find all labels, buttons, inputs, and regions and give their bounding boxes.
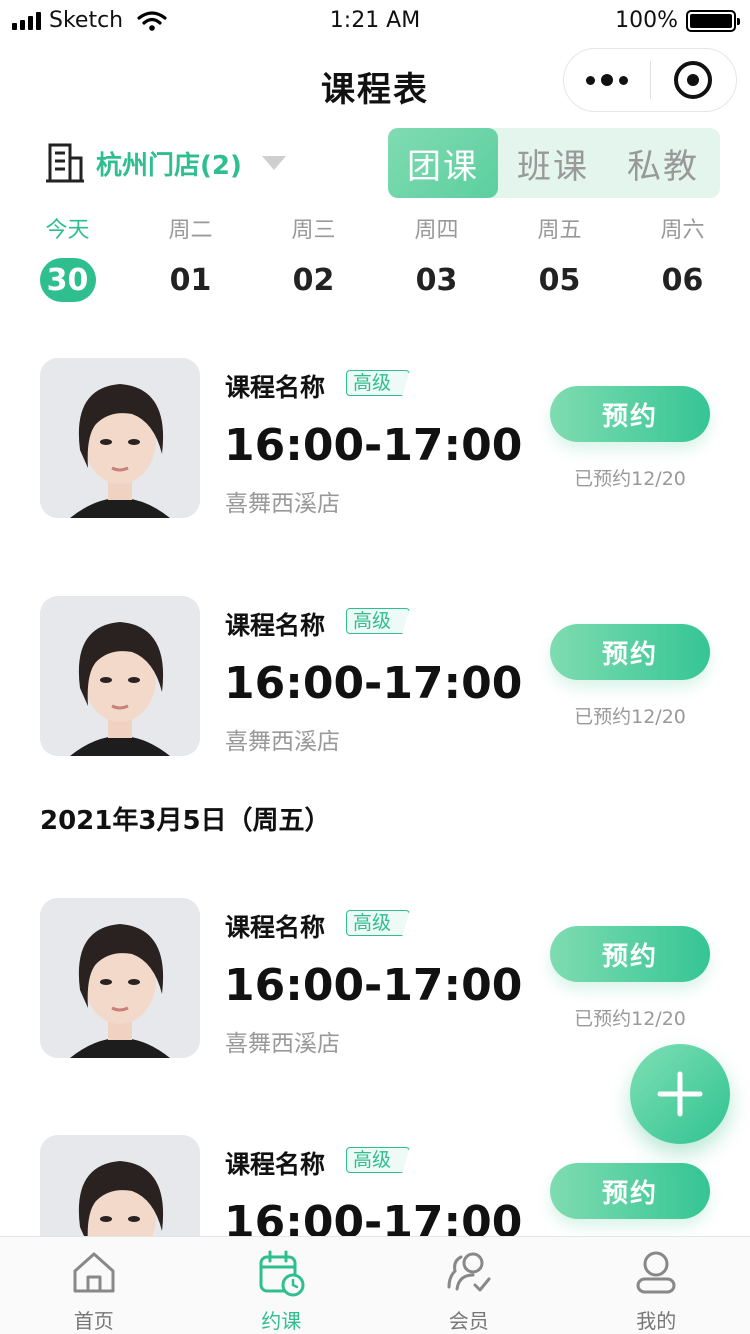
tabbar-item-home[interactable]: 首页 bbox=[0, 1237, 188, 1334]
members-icon bbox=[447, 1252, 491, 1292]
book-button[interactable]: 预约 bbox=[550, 926, 710, 982]
date-number: 06 bbox=[661, 262, 704, 298]
book-button[interactable]: 预约 bbox=[550, 1163, 710, 1219]
weekday-label: 周六 bbox=[660, 218, 705, 243]
level-badge: 高级 bbox=[346, 910, 411, 936]
status-right: 100% bbox=[615, 8, 740, 33]
week-date-picker: 今天 30 周二 01 周三 02 周四 03 周五 05 周六 06 bbox=[6, 216, 744, 302]
course-card[interactable]: 课程名称 高级 16:00-17:00 喜舞西溪店 预约 已预约12/20 bbox=[40, 596, 720, 758]
tab-class-course[interactable]: 班课 bbox=[498, 128, 608, 198]
date-item[interactable]: 今天 30 bbox=[6, 216, 129, 302]
tab-group-class[interactable]: 团课 bbox=[388, 128, 498, 198]
battery-icon bbox=[686, 9, 740, 32]
course-name: 课程名称 bbox=[225, 1150, 326, 1179]
add-course-button[interactable] bbox=[630, 1044, 730, 1144]
store-selector[interactable]: 杭州门店(2) bbox=[46, 142, 286, 184]
tabbar-label: 约课 bbox=[261, 1309, 302, 1333]
tabbar-label: 会员 bbox=[448, 1309, 489, 1333]
instructor-avatar bbox=[40, 358, 200, 518]
course-name: 课程名称 bbox=[225, 611, 326, 640]
store-name: 杭州门店(2) bbox=[96, 150, 242, 181]
more-menu-button[interactable] bbox=[564, 49, 650, 111]
tab-private-coaching[interactable]: 私教 bbox=[608, 128, 718, 198]
calendar-clock-icon bbox=[259, 1250, 305, 1297]
booked-count: 已预约12/20 bbox=[574, 706, 686, 728]
weekday-label: 今天 bbox=[45, 218, 90, 243]
weekday-label: 周二 bbox=[168, 218, 213, 243]
course-name: 课程名称 bbox=[225, 913, 326, 942]
date-item[interactable]: 周四 03 bbox=[375, 216, 498, 302]
date-number: 02 bbox=[292, 262, 335, 298]
booked-count: 已预约12/20 bbox=[574, 1008, 686, 1030]
date-number: 30 bbox=[39, 258, 96, 302]
course-type-tabs: 团课 班课 私教 bbox=[388, 128, 720, 198]
course-time: 16:00-17:00 bbox=[224, 420, 523, 471]
tabbar-item-profile[interactable]: 我的 bbox=[563, 1237, 750, 1334]
date-number: 03 bbox=[415, 262, 458, 298]
level-badge: 高级 bbox=[346, 370, 411, 396]
date-item[interactable]: 周二 01 bbox=[129, 216, 252, 302]
weekday-label: 周三 bbox=[291, 218, 336, 243]
course-store: 喜舞西溪店 bbox=[225, 729, 340, 755]
date-section-header: 2021年3月5日（周五） bbox=[40, 806, 331, 836]
weekday-label: 周五 bbox=[537, 218, 582, 243]
building-icon bbox=[46, 143, 84, 183]
course-store: 喜舞西溪店 bbox=[225, 491, 340, 517]
tabbar-label: 我的 bbox=[636, 1309, 677, 1333]
target-icon bbox=[674, 61, 713, 99]
course-card[interactable]: 课程名称 高级 16:00-17:00 喜舞西溪店 预约 已预约12/20 bbox=[40, 898, 720, 1060]
profile-icon bbox=[636, 1251, 676, 1294]
book-button[interactable]: 预约 bbox=[550, 624, 710, 680]
booked-count: 已预约12/20 bbox=[574, 468, 686, 490]
level-badge: 高级 bbox=[346, 1147, 411, 1173]
instructor-avatar bbox=[40, 898, 200, 1058]
course-name: 课程名称 bbox=[225, 373, 326, 402]
book-button[interactable]: 预约 bbox=[550, 386, 710, 442]
chevron-down-icon bbox=[261, 156, 286, 170]
instructor-avatar bbox=[40, 596, 200, 756]
course-time: 16:00-17:00 bbox=[224, 960, 523, 1011]
tabbar-item-booking[interactable]: 约课 bbox=[188, 1237, 376, 1334]
battery-percent: 100% bbox=[615, 8, 678, 33]
close-mini-program-button[interactable] bbox=[651, 49, 737, 111]
tabbar-label: 首页 bbox=[73, 1309, 114, 1333]
level-badge: 高级 bbox=[346, 608, 411, 634]
status-bar: Sketch 1:21 AM 100% bbox=[0, 0, 750, 44]
course-time: 16:00-17:00 bbox=[224, 658, 523, 709]
bottom-tab-bar: 首页 约课 会员 我的 bbox=[0, 1236, 750, 1334]
course-card[interactable]: 课程名称 高级 16:00-17:00 喜舞西溪店 预约 已预约12/20 bbox=[40, 358, 720, 520]
date-number: 01 bbox=[169, 262, 212, 298]
date-item[interactable]: 周五 05 bbox=[498, 216, 621, 302]
tabbar-item-members[interactable]: 会员 bbox=[375, 1237, 563, 1334]
mini-program-capsule bbox=[563, 48, 737, 112]
date-item[interactable]: 周三 02 bbox=[252, 216, 375, 302]
course-store: 喜舞西溪店 bbox=[225, 1031, 340, 1057]
plus-icon bbox=[657, 1071, 703, 1117]
home-icon bbox=[73, 1252, 115, 1293]
weekday-label: 周四 bbox=[414, 218, 459, 243]
date-number: 05 bbox=[538, 262, 581, 298]
date-item[interactable]: 周六 06 bbox=[621, 216, 744, 302]
